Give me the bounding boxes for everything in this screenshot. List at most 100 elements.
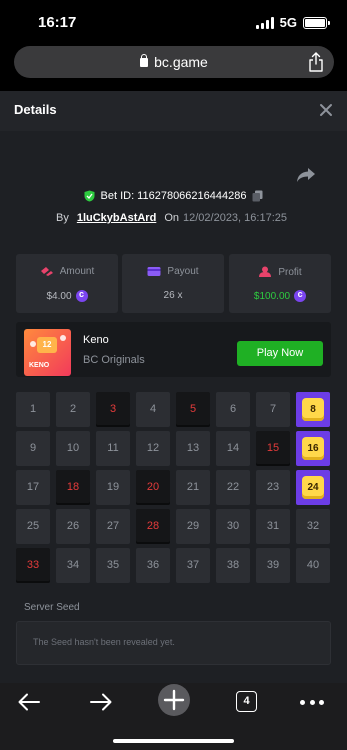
bet-date: 12/02/2023, 16:17:25 [183,212,287,224]
payout-card: Payout 26 x [122,254,224,313]
keno-cell: 31 [256,509,290,544]
keno-cell: 34 [56,548,90,583]
keno-hit-ball: 8 [302,398,324,421]
keno-cell: 28 [136,509,170,544]
coin-icon [75,289,88,302]
bet-details-modal: Details Bet ID: 116278066216444286 By 1lu… [0,91,347,683]
keno-cell: 8 [296,392,330,427]
tabs-button[interactable]: 4 [236,691,257,712]
keno-cell: 29 [176,509,210,544]
plus-icon [163,689,185,711]
keno-cell: 17 [16,470,50,505]
profit-icon [259,266,272,277]
server-seed-box: The Seed hasn't been revealed yet. [16,621,331,665]
game-name: Keno [83,334,109,346]
signal-icon [255,16,274,29]
bet-id: Bet ID: 116278066216444286 [100,190,247,202]
profit-card: Profit $100.00 [229,254,331,313]
keno-cell: 20 [136,470,170,505]
keno-cell: 30 [216,509,250,544]
keno-cell: 10 [56,431,90,466]
keno-cell: 15 [256,431,290,466]
keno-cell: 1 [16,392,50,427]
amount-card: Amount $4.00 [16,254,118,313]
username-link[interactable]: 1luCkybAstArd [77,212,156,224]
by-label: By [56,212,69,224]
browser-address-area: bc.game [0,44,347,81]
keno-cell: 26 [56,509,90,544]
share-bet-icon[interactable] [296,167,316,183]
keno-cell: 27 [96,509,130,544]
more-options-icon[interactable] [300,700,324,706]
game-provider: BC Originals [83,354,145,366]
amount-icon [40,267,53,276]
keno-cell: 38 [216,548,250,583]
keno-cell: 16 [296,431,330,466]
verified-shield-icon [84,190,94,202]
keno-board: 1 2 3 4 5 6 7 8 9 10 11 12 13 14 15 16 17 18 19 20 21 22 23 24 2… [16,392,332,583]
server-seed-text: The Seed hasn't been revealed yet. [33,637,175,647]
share-icon[interactable] [308,52,324,72]
status-time: 16:17 [38,14,77,31]
keno-cell: 24 [296,470,330,505]
lock-icon [140,54,149,67]
keno-cell: 19 [96,470,130,505]
keno-hit-ball: 24 [302,476,324,499]
forward-arrow-icon[interactable] [90,693,112,711]
keno-cell: 2 [56,392,90,427]
copy-icon[interactable] [252,190,263,202]
keno-cell: 23 [256,470,290,505]
keno-thumbnail[interactable]: 12 KENO [24,329,71,376]
stat-label: Profit [278,266,302,278]
modal-title: Details [14,102,57,117]
keno-cell: 33 [16,548,50,583]
payout-icon [147,267,161,276]
status-bar: 16:17 5G [0,0,347,44]
bet-id-row: Bet ID: 116278066216444286 [0,190,347,202]
keno-cell: 4 [136,392,170,427]
keno-cell: 11 [96,431,130,466]
stat-value: 26 x [163,290,183,301]
server-seed-label: Server Seed [24,602,80,613]
url-text: bc.game [154,54,208,70]
back-arrow-icon[interactable] [18,693,40,711]
keno-cell: 9 [16,431,50,466]
keno-cell: 25 [16,509,50,544]
thumb-ball: 12 [37,337,57,353]
keno-cell: 37 [176,548,210,583]
new-tab-button[interactable] [158,684,190,716]
keno-cell: 36 [136,548,170,583]
keno-cell: 22 [216,470,250,505]
network-type: 5G [279,15,297,30]
keno-hit-ball: 16 [302,437,324,460]
battery-icon [303,16,330,29]
stat-label: Payout [167,266,199,277]
on-label: On [164,212,179,224]
keno-cell: 12 [136,431,170,466]
coin-icon [294,289,307,302]
address-bar[interactable]: bc.game [14,46,334,78]
game-card: 12 KENO Keno BC Originals Play Now [16,322,331,377]
bet-author-row: By 1luCkybAstArd On 12/02/2023, 16:17:25 [56,212,287,224]
keno-cell: 39 [256,548,290,583]
keno-cell: 13 [176,431,210,466]
keno-cell: 32 [296,509,330,544]
keno-cell: 7 [256,392,290,427]
keno-cell: 18 [56,470,90,505]
stat-label: Amount [59,266,95,277]
home-indicator[interactable] [113,739,234,743]
keno-cell: 5 [176,392,210,427]
play-now-button[interactable]: Play Now [237,341,323,366]
modal-header: Details [0,91,347,131]
close-icon[interactable] [317,101,335,119]
keno-cell: 14 [216,431,250,466]
stat-value: $100.00 [253,290,291,302]
keno-cell: 40 [296,548,330,583]
status-indicators: 5G [255,15,330,30]
keno-cell: 6 [216,392,250,427]
keno-cell: 21 [176,470,210,505]
keno-cell: 3 [96,392,130,427]
thumb-label: KENO [29,362,50,369]
stat-value: $4.00 [46,290,72,302]
keno-cell: 35 [96,548,130,583]
